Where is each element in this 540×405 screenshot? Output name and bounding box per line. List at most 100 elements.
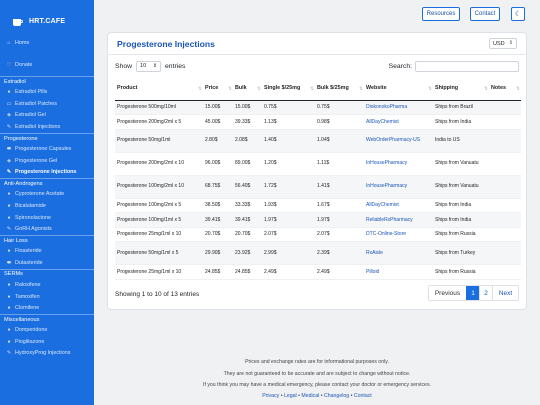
- footer-link-medical[interactable]: Medical: [301, 393, 319, 399]
- sidebar-item-spironolactone[interactable]: ● Spironolactone: [0, 212, 94, 224]
- table-row: Progesterone 100mg/2ml x 5 38.50$ 33.33$ 1.…: [115, 198, 521, 214]
- sidebar-item-progesterone-capsules[interactable]: ⬬ Progesterone Capsules: [0, 143, 94, 155]
- cell-price: 20.70$: [203, 227, 233, 243]
- table-row: Progesterone 25mg/1ml x 10 24.85$ 24.85$ 2.…: [115, 264, 521, 281]
- website-link[interactable]: WebOrderPharmacy-US: [366, 137, 420, 143]
- contact-button[interactable]: Contact: [470, 7, 500, 21]
- sidebar-item-pioglitazone[interactable]: ● Pioglitazone: [0, 336, 94, 348]
- entries-label: entries: [165, 62, 186, 70]
- cell-single: 0.75$: [262, 100, 315, 116]
- column-header-label: Single $/25mg: [264, 85, 301, 91]
- sidebar-item-clomifene[interactable]: ● Clomifene: [0, 302, 94, 314]
- sidebar-item-label: Raloxifene: [15, 282, 41, 289]
- column-header-bulk-25mg[interactable]: Bulk $/25mg ⇅: [315, 77, 364, 101]
- footer-link-legal[interactable]: Legal: [284, 393, 297, 399]
- cell-price: 2.80$: [203, 129, 233, 153]
- sidebar-section-header: SERMs: [0, 268, 94, 280]
- cell-notes: [489, 152, 521, 176]
- table-header-row: Product ⇅ Price ⇅ Bulk ⇅ Single $/25mg ⇅ Bulk $/…: [115, 77, 521, 101]
- sidebar-item-dutasteride[interactable]: ⬬ Dutasteride: [0, 257, 94, 269]
- cell-website: AllDayChemist: [364, 114, 433, 130]
- chevron-updown-icon: ⇕: [508, 40, 513, 46]
- website-link[interactable]: RxAisle: [366, 250, 383, 256]
- cell-single: 2.99$: [262, 241, 315, 266]
- search-input[interactable]: [415, 60, 519, 72]
- sidebar-item-label: Bicalutamide: [15, 203, 46, 210]
- footer-link-privacy[interactable]: Privacy: [262, 393, 279, 399]
- website-link[interactable]: ReliableRxPharmacy: [366, 217, 413, 223]
- topbar: Resources Contact ☾: [94, 0, 540, 28]
- page-1-button[interactable]: 1: [466, 286, 479, 300]
- sidebar-section-header: Progesterone: [0, 132, 94, 144]
- next-page-button[interactable]: Next: [492, 286, 518, 300]
- currency-value: USD: [493, 40, 505, 47]
- column-header-product[interactable]: Product ⇅: [115, 77, 203, 101]
- website-link[interactable]: DiokonokoPharma: [366, 104, 407, 110]
- resources-button[interactable]: Resources: [422, 7, 460, 21]
- cell-single: 2.49$: [262, 264, 315, 281]
- cell-shipping: Ships from India: [433, 212, 489, 228]
- sidebar-item-estradiol-gel[interactable]: ◈ Estradiol Gel: [0, 110, 94, 122]
- sidebar-item-progesterone-injections[interactable]: ✎ Progesterone Injections: [0, 167, 94, 179]
- website-link[interactable]: AllDayChemist: [366, 119, 399, 125]
- cell-notes: [489, 227, 521, 243]
- sidebar-item-estradiol-pills[interactable]: ● Estradiol Pills: [0, 87, 94, 99]
- cell-bulk: 2.08$: [233, 129, 262, 153]
- cell-product: Progesterone 100mg/2ml x 10: [115, 175, 203, 199]
- cell-bulk25: 2.07$: [315, 227, 364, 243]
- footer-link-changelog[interactable]: Changelog: [324, 393, 349, 399]
- column-header-label: Shipping: [435, 85, 459, 91]
- sidebar-item-cyproterone-acetate[interactable]: ● Cyproterone Acetate: [0, 189, 94, 201]
- sidebar-item-donate[interactable]: ♡ Donate: [0, 54, 94, 76]
- column-header-notes[interactable]: Notes ⇅: [489, 77, 521, 101]
- table-body: Progesterone 500mg/10ml 15.00$ 15.00$ 0.75$…: [115, 100, 521, 281]
- search: Search:: [389, 60, 519, 72]
- currency-select[interactable]: USD ⇕: [489, 38, 517, 49]
- cell-product: Progesterone 50mg/1ml: [115, 129, 203, 153]
- column-header-bulk[interactable]: Bulk ⇅: [233, 77, 262, 101]
- pills-icon: ●: [7, 214, 11, 221]
- footer-link-contact[interactable]: Contact: [354, 393, 372, 399]
- sidebar-item-raloxifene[interactable]: ● Raloxifene: [0, 279, 94, 291]
- column-header-price[interactable]: Price ⇅: [203, 77, 233, 101]
- sidebar-item-label: GnRH Agonists: [15, 226, 52, 233]
- table-controls: Show 10 ⇕ entries Search:: [115, 60, 519, 72]
- sidebar-item-bicalutamide[interactable]: ● Bicalutamide: [0, 200, 94, 212]
- sidebar-item-finasteride[interactable]: ● Finasteride: [0, 246, 94, 258]
- website-link[interactable]: InHousePharmacy: [366, 160, 407, 166]
- sidebar-item-estradiol-patches[interactable]: ▭ Estradiol Patches: [0, 98, 94, 110]
- column-header-website[interactable]: Website ⇅: [364, 77, 433, 101]
- syringe-icon: ✎: [6, 350, 12, 357]
- column-header-shipping[interactable]: Shipping ⇅: [433, 77, 489, 101]
- column-header-label: Bulk $/25mg: [317, 85, 349, 91]
- website-link[interactable]: AllDayChemist: [366, 202, 399, 208]
- page-2-button[interactable]: 2: [479, 286, 492, 300]
- cell-bulk: 33.33$: [233, 198, 262, 214]
- previous-page-button[interactable]: Previous: [429, 286, 466, 300]
- cell-product: Progesterone 100mg/1ml x 5: [115, 212, 203, 228]
- pills-icon: ●: [7, 191, 11, 198]
- sort-icon: ⇅: [359, 86, 363, 91]
- sidebar-item-tamoxifen[interactable]: ● Tamoxifen: [0, 291, 94, 303]
- theme-toggle-button[interactable]: ☾: [511, 7, 525, 21]
- brand[interactable]: HRT.CAFE: [0, 0, 94, 32]
- cell-shipping: India to US: [433, 129, 489, 153]
- website-link[interactable]: DTC-Online-Store: [366, 231, 406, 237]
- website-link[interactable]: InHousePharmacy: [366, 183, 407, 189]
- sidebar-item-hydroxyprog-injections[interactable]: ✎ HydroxyProg Injections: [0, 348, 94, 360]
- entries-select[interactable]: 10 ⇕: [136, 60, 162, 72]
- footer-disclaimer-2: They are not guaranteed to be accurate a…: [223, 371, 411, 377]
- footer-separator: •: [350, 393, 353, 399]
- show-label: Show: [115, 62, 133, 70]
- cell-website: ReliableRxPharmacy: [364, 212, 433, 228]
- sidebar-item-estradiol-injections[interactable]: ✎ Estradiol Injections: [0, 121, 94, 133]
- column-header-single-25mg[interactable]: Single $/25mg ⇅: [262, 77, 315, 101]
- sidebar-item-gnrh-agonists[interactable]: ✎ GnRH Agonists: [0, 223, 94, 235]
- cell-notes: [489, 241, 521, 266]
- sidebar-item-home[interactable]: ⌂ Home: [0, 32, 94, 54]
- sidebar-item-domperidone[interactable]: ● Domperidone: [0, 325, 94, 337]
- website-link[interactable]: Pilloid: [366, 269, 379, 275]
- sidebar-item-progesterone-gel[interactable]: ◈ Progesterone Gel: [0, 155, 94, 167]
- cell-product: Progesterone 25mg/1ml x 10: [115, 264, 203, 281]
- cell-price: 39.41$: [203, 212, 233, 228]
